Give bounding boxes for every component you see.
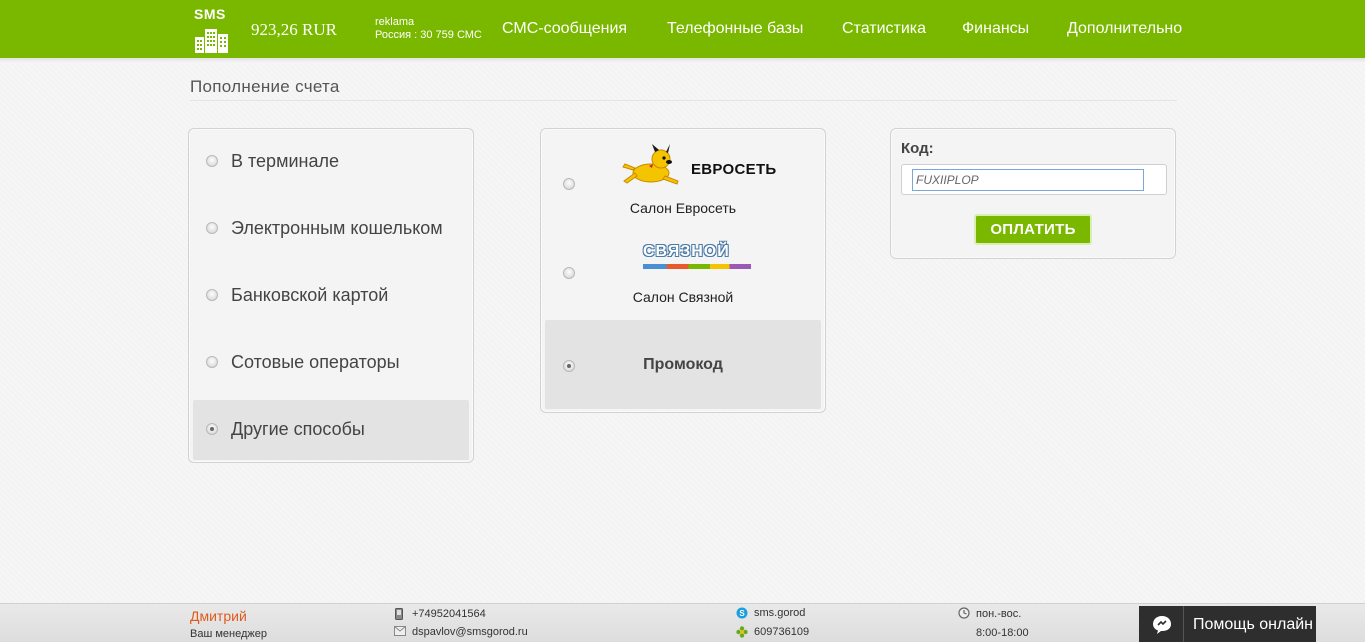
salon-euroset-radio[interactable] (563, 178, 575, 190)
svg-text:S: S (739, 609, 745, 618)
method-label: Другие способы (231, 419, 365, 439)
manager-role: Ваш менеджер (190, 628, 267, 640)
online-help-button[interactable]: Помощь онлайн (1139, 606, 1316, 642)
title-divider (190, 100, 1177, 101)
footer: Дмитрий Ваш менеджер +74952041564 dspavl… (0, 603, 1365, 642)
salon-promocode[interactable]: Промокод (545, 320, 821, 409)
account-region: Россия : 30 759 СМС (375, 29, 482, 41)
method-other-radio[interactable] (206, 423, 218, 435)
code-field-wrapper (901, 164, 1167, 195)
svyaznoy-logo-text: СВЯЗНОЙ (643, 243, 730, 260)
nav-additional[interactable]: Дополнительно (1067, 20, 1182, 38)
top-bar-shadow (0, 58, 1365, 63)
method-other[interactable]: Другие способы (193, 400, 469, 460)
working-hours: 8:00-18:00 (976, 627, 1029, 639)
salon-euroset[interactable]: ЕВРОСЕТЬ Салон Евросеть (545, 133, 821, 225)
euroset-logo-text: ЕВРОСЕТЬ (691, 161, 777, 178)
manager-email[interactable]: dspavlov@smsgorod.ru (412, 626, 528, 638)
account-login: reklama (375, 16, 415, 28)
promo-code-panel: Код: ОПЛАТИТЬ (890, 128, 1176, 259)
method-terminal-radio[interactable] (206, 155, 218, 167)
method-terminal[interactable]: В терминале (193, 132, 469, 192)
account-balance[interactable]: 923,26 RUR (251, 20, 337, 40)
euroset-dog-logo-icon (622, 144, 679, 185)
svyaznoy-logo: СВЯЗНОЙ (643, 243, 753, 271)
method-label: Банковской картой (231, 285, 389, 305)
nav-statistics[interactable]: Статистика (842, 20, 926, 38)
help-label: Помощь онлайн (1193, 616, 1313, 633)
city-buildings-icon (195, 29, 228, 53)
code-label: Код: (901, 140, 934, 157)
page-title: Пополнение счета (190, 77, 340, 96)
skype-icon: S (736, 607, 748, 619)
nav-sms-messages[interactable]: СМС-сообщения (502, 20, 627, 38)
salon-svyaznoy[interactable]: СВЯЗНОЙ Салон Связной (545, 227, 821, 315)
manager-phone: +74952041564 (412, 608, 486, 620)
salon-caption: Салон Связной (632, 289, 734, 305)
email-icon (394, 626, 406, 636)
promo-code-input[interactable] (912, 169, 1144, 191)
phone-icon (395, 608, 403, 620)
chat-bubble-icon (1153, 616, 1171, 634)
clock-icon (958, 607, 970, 619)
salons-panel: ЕВРОСЕТЬ Салон Евросеть СВЯЗНОЙ Салон Св… (540, 128, 826, 413)
logo-text: SMS (194, 6, 226, 22)
help-separator (1183, 606, 1184, 642)
top-bar: SMS 923,26 RUR reklama Россия : 30 759 С… (0, 0, 1365, 58)
nav-finances[interactable]: Финансы (962, 20, 1029, 38)
method-bank-card-radio[interactable] (206, 289, 218, 301)
icq-flower-icon (736, 626, 748, 638)
salon-svyaznoy-radio[interactable] (563, 267, 575, 279)
method-mobile-operators[interactable]: Сотовые операторы (193, 333, 469, 393)
salon-caption: Салон Евросеть (629, 200, 737, 216)
pay-button[interactable]: ОПЛАТИТЬ (974, 214, 1092, 245)
icq-number: 609736109 (754, 626, 810, 638)
working-days: пон.-вос. (976, 608, 1022, 620)
nav-phone-bases[interactable]: Телефонные базы (667, 20, 803, 38)
method-mobile-operators-radio[interactable] (206, 356, 218, 368)
payment-methods-panel: В терминале Электронным кошельком Банков… (188, 128, 474, 463)
method-label: В терминале (231, 151, 339, 171)
svyaznoy-color-stripe (643, 264, 751, 269)
promocode-label: Промокод (643, 356, 723, 373)
skype-login: sms.gorod (754, 607, 806, 619)
account-info[interactable]: reklama Россия : 30 759 СМС (375, 16, 482, 42)
manager-name[interactable]: Дмитрий (190, 608, 247, 624)
method-label: Сотовые операторы (231, 352, 400, 372)
method-e-wallet[interactable]: Электронным кошельком (193, 199, 469, 259)
logo[interactable]: SMS (192, 6, 232, 54)
method-bank-card[interactable]: Банковской картой (193, 266, 469, 326)
method-label: Электронным кошельком (231, 218, 443, 238)
method-e-wallet-radio[interactable] (206, 222, 218, 234)
